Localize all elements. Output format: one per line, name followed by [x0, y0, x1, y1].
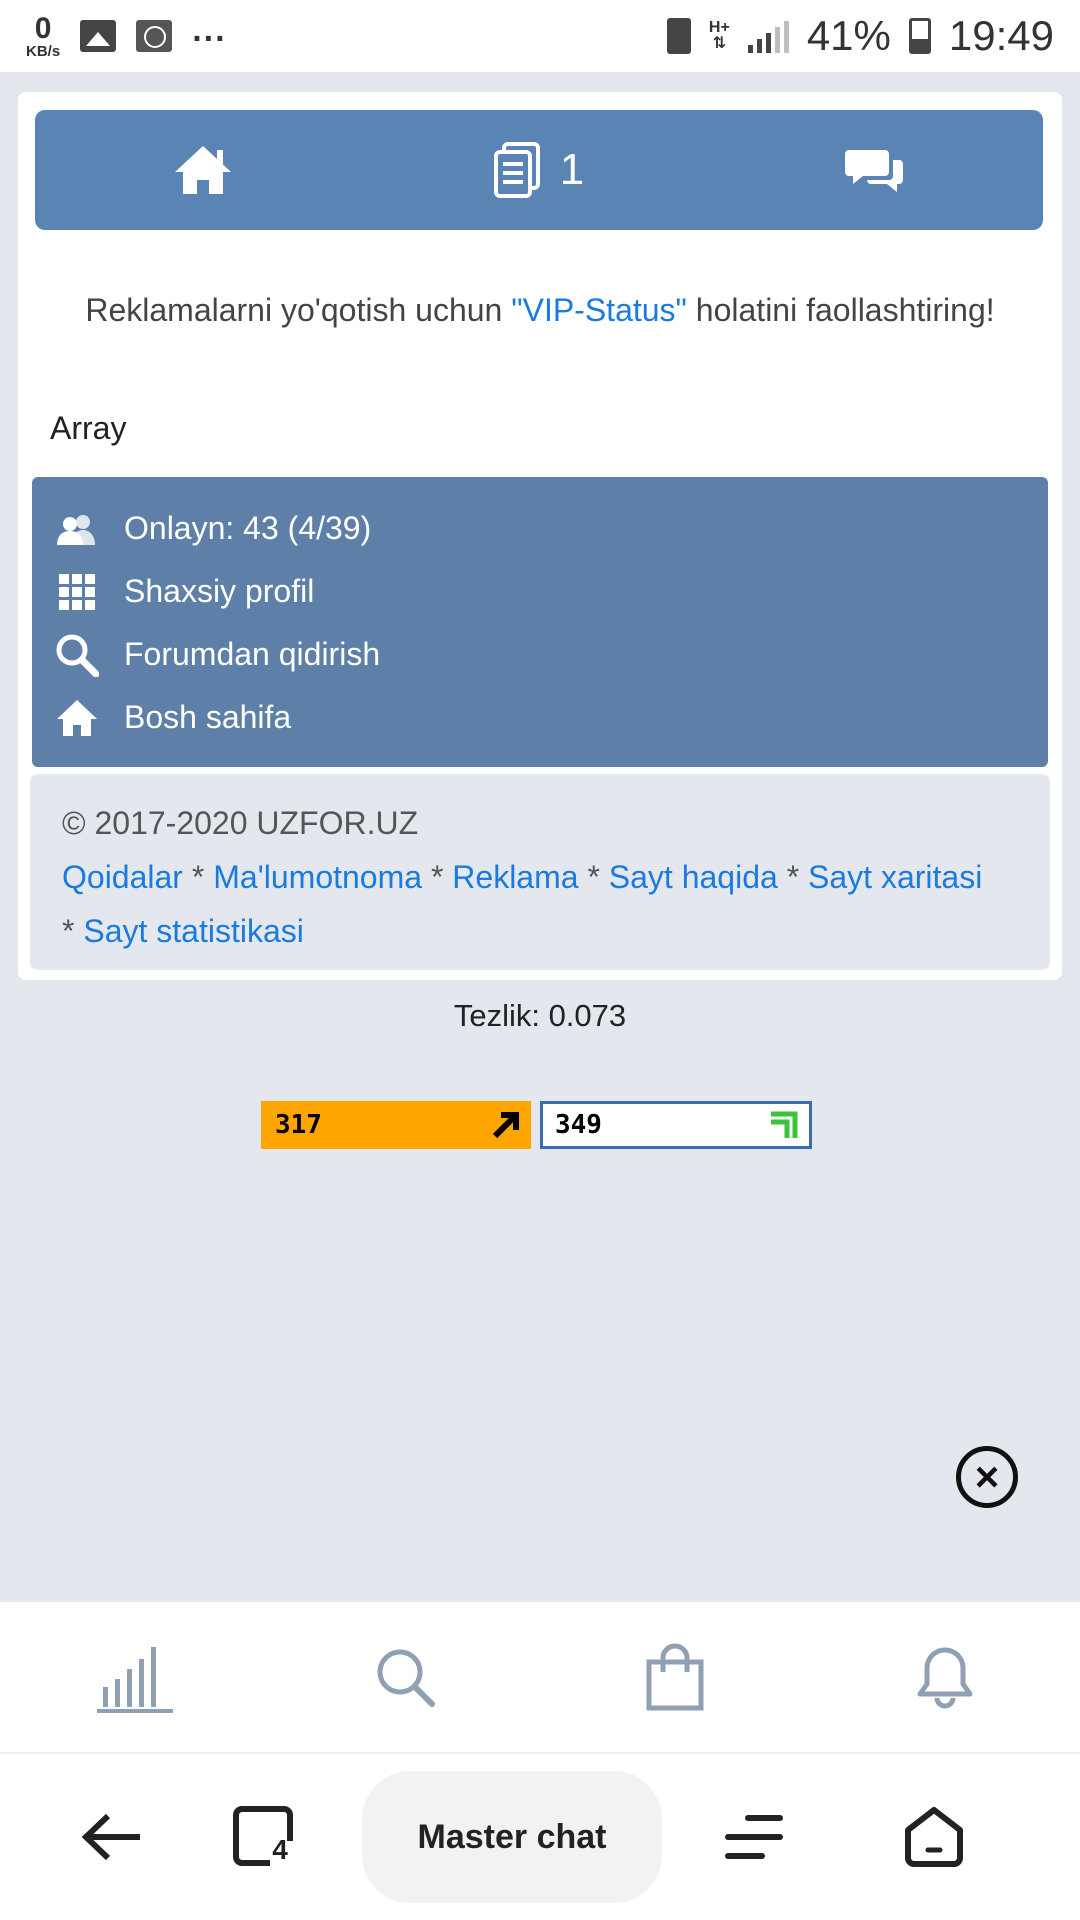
home-outline-icon: [905, 1807, 963, 1867]
vip-text-before: Reklamalarni yo'qotish uchun: [85, 292, 512, 328]
search-icon: [377, 1649, 435, 1707]
home-icon: [57, 699, 97, 736]
close-icon: ×: [974, 1453, 1000, 1500]
footer-link-sitemap[interactable]: Sayt xaritasi: [808, 859, 982, 895]
counter-value: 317: [275, 1110, 322, 1140]
users-icon: [57, 514, 95, 545]
menu-item-label: Forumdan qidirish: [124, 636, 381, 672]
main-card: 1 Reklamalarni yo'qotish uchun "VIP-Stat…: [18, 92, 1062, 980]
footer-box: © 2017-2020 UZFOR.UZ Qoidalar * Ma'lumot…: [30, 774, 1050, 970]
vip-promo-text: Reklamalarni yo'qotish uchun "VIP-Status…: [18, 292, 1062, 329]
grid-icon: [59, 573, 95, 610]
menu-item-search[interactable]: Forumdan qidirish: [32, 623, 1048, 686]
forum-menu: Onlayn: 43 (4/39) Shaxsiy profil Forumda…: [32, 477, 1048, 767]
network-type-indicator: H+ ⇅: [708, 19, 730, 52]
nav-chat-button[interactable]: [707, 146, 1043, 194]
signal-strength-icon: [747, 19, 789, 53]
tabs-button[interactable]: 4: [190, 1782, 330, 1892]
shop-button[interactable]: [630, 1632, 720, 1722]
bell-icon: [917, 1647, 973, 1709]
footer-link-rules[interactable]: Qoidalar: [62, 859, 183, 895]
menu-item-profile[interactable]: Shaxsiy profil: [32, 560, 1048, 623]
menu-item-label: Bosh sahifa: [124, 699, 292, 735]
nav-documents-button[interactable]: 1: [371, 142, 707, 198]
footer-link-ads[interactable]: Reklama: [452, 859, 578, 895]
copyright-text: © 2017-2020 UZFOR.UZ: [62, 805, 419, 841]
search-icon: [56, 634, 99, 677]
tabs-icon: [233, 1806, 294, 1866]
counter-value: 349: [555, 1110, 602, 1140]
menu-item-online[interactable]: Onlayn: 43 (4/39): [32, 497, 1048, 560]
back-arrow-icon: [81, 1813, 140, 1861]
link-separator: *: [578, 859, 609, 895]
tabs-count: 4: [272, 1834, 288, 1865]
menu-icon: [725, 1815, 783, 1859]
menu-item-label: Shaxsiy profil: [124, 573, 315, 609]
search-button[interactable]: [360, 1632, 450, 1722]
top-nav-bar: 1: [35, 110, 1043, 230]
status-bar: 0 KB/s ... H+ ⇅ 41% 19:49: [0, 0, 1080, 72]
menu-item-home[interactable]: Bosh sahifa: [32, 686, 1048, 749]
link-separator: *: [777, 859, 809, 895]
network-type-label: H+: [708, 19, 730, 36]
clock: 19:49: [948, 12, 1054, 59]
battery-icon: [908, 18, 931, 54]
vip-text-after: holatini faollashtiring!: [686, 292, 995, 328]
link-separator: *: [62, 913, 84, 949]
back-button[interactable]: [42, 1782, 182, 1892]
browser-toolbar: [0, 1602, 1080, 1754]
corner-logo-icon: [771, 1111, 798, 1138]
home-icon: [175, 146, 231, 194]
more-notifications-indicator: ...: [192, 10, 227, 49]
array-text: Array: [50, 410, 127, 446]
notifications-button[interactable]: [900, 1632, 990, 1722]
home-button[interactable]: [864, 1782, 1004, 1892]
gallery-notification-icon: [80, 20, 117, 52]
app-notification-icon: [136, 20, 173, 52]
menu-button[interactable]: [684, 1782, 824, 1892]
footer-link-info[interactable]: Ma'lumotnoma: [213, 859, 422, 895]
footer-link-stats[interactable]: Sayt statistikasi: [83, 913, 304, 949]
bottom-navigation: 4 Master chat: [0, 1754, 1080, 1920]
page-speed: Tezlik: 0.073: [453, 998, 627, 1033]
battery-saver-icon: [666, 18, 691, 54]
stats-button[interactable]: [90, 1632, 180, 1722]
battery-percent: 41%: [806, 12, 891, 59]
footer-links: Qoidalar * Ma'lumotnoma * Reklama * Sayt…: [62, 850, 1018, 958]
stats-icon: [97, 1647, 173, 1713]
arrow-up-right-icon: [492, 1112, 519, 1139]
counter-badge-blue[interactable]: 349: [540, 1101, 812, 1149]
document-icon: [493, 142, 540, 198]
documents-count: 1: [559, 145, 585, 194]
master-chat-button[interactable]: Master chat: [362, 1771, 662, 1903]
counter-badge-orange[interactable]: 317: [261, 1101, 531, 1149]
footer-link-about[interactable]: Sayt haqida: [609, 859, 778, 895]
net-speed-indicator: 0 KB/s: [26, 11, 61, 60]
net-speed-unit: KB/s: [26, 42, 61, 60]
link-separator: *: [422, 859, 453, 895]
vip-status-link[interactable]: "VIP-Status": [511, 292, 687, 328]
net-speed-value: 0: [34, 11, 52, 45]
shopping-bag-icon: [646, 1643, 704, 1711]
master-chat-label: Master chat: [417, 1817, 607, 1856]
menu-item-label: Onlayn: 43 (4/39): [124, 510, 372, 546]
close-ad-button[interactable]: ×: [956, 1446, 1018, 1508]
chat-icon: [845, 150, 903, 192]
link-separator: *: [182, 859, 214, 895]
nav-home-button[interactable]: [35, 144, 371, 196]
